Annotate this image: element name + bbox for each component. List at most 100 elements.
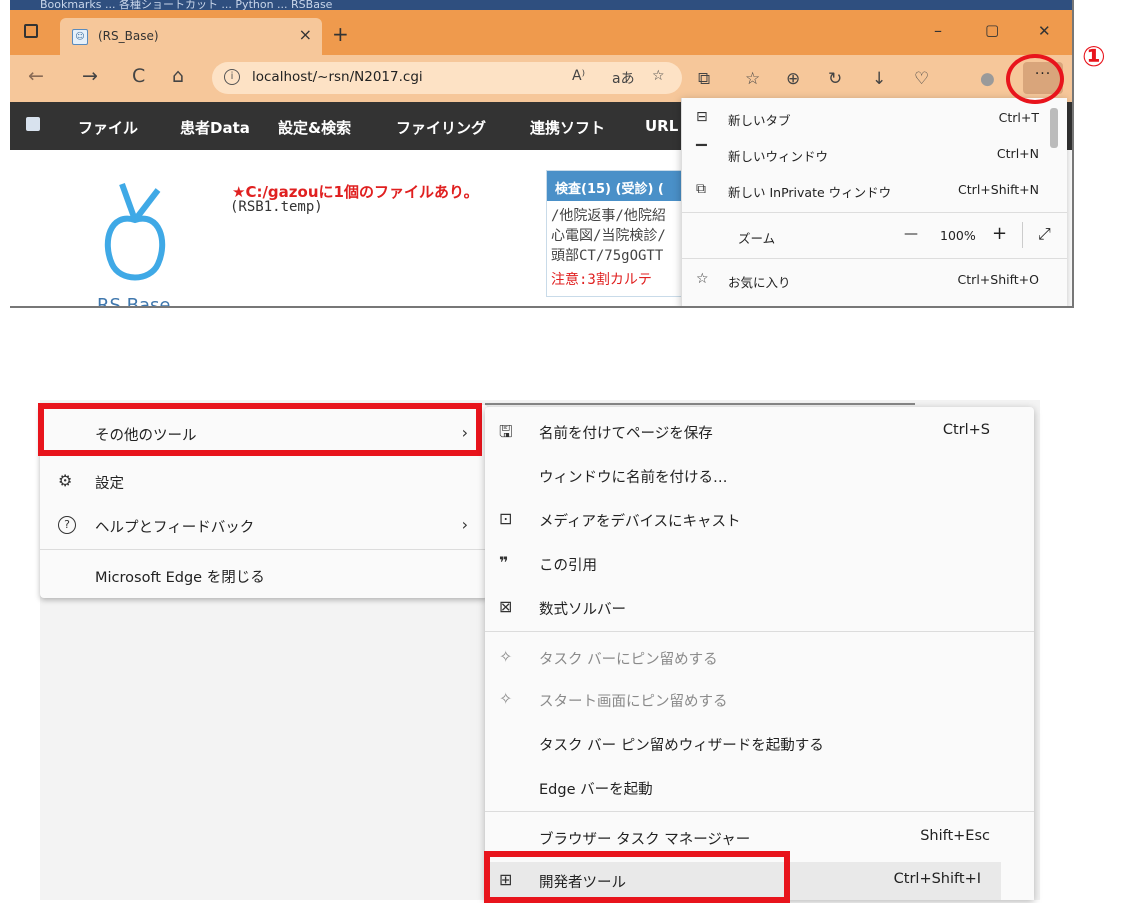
- browser-tab[interactable]: ☺ (RS_Base) ×: [60, 18, 322, 55]
- exam-panel-header[interactable]: 検査(15) (受診) (: [547, 171, 697, 201]
- menu-item-shortcut: Ctrl+N: [996, 146, 1039, 161]
- page-edge-line: [485, 403, 915, 405]
- menu-item-label: タスク バー ピン留めウィザードを起動する: [539, 738, 824, 754]
- rsbase-favicon-icon: ☺: [72, 29, 88, 45]
- menu-patient-data[interactable]: 患者Data: [180, 117, 250, 138]
- exam-line-3: 頭部CT/75gOGTT: [551, 248, 664, 264]
- browser-screenshot-top: Bookmarks ... 各種ショートカット ... Python ... R…: [10, 0, 1074, 308]
- favorites-menu-icon: ☆: [696, 271, 709, 287]
- more-tools-submenu: 🖫 名前を付けてページを保存 Ctrl+S ウィンドウに名前を付ける… ⊡ メデ…: [485, 407, 1034, 900]
- gear-icon: ⚙: [58, 471, 73, 490]
- edge-settings-menu: ⊟ 新しいタブ Ctrl+T ▔ 新しいウィンドウ Ctrl+N ⧉ 新しい I…: [681, 98, 1067, 306]
- menu-filing[interactable]: ファイリング: [396, 117, 486, 138]
- menu-item-shortcut: Ctrl+Shift+O: [957, 272, 1039, 287]
- menu-item-zoom: ズーム — 100% + ⤢: [682, 216, 1067, 258]
- downloads-icon[interactable]: ↓: [872, 69, 886, 89]
- read-aloud-icon[interactable]: A⁾: [572, 68, 585, 84]
- menu-divider: [485, 811, 1034, 812]
- fullscreen-icon[interactable]: ⤢: [1038, 224, 1051, 244]
- zoom-label: ズーム: [738, 231, 776, 246]
- menu-scrollbar[interactable]: [1050, 108, 1058, 148]
- menu-item-shortcut: Shift+Esc: [920, 828, 990, 844]
- tab-title: (RS_Base): [98, 29, 159, 43]
- zoom-in-button[interactable]: +: [992, 223, 1007, 244]
- menu-item-label: 設定: [95, 476, 124, 492]
- menu-item-label: Microsoft Edge を閉じる: [95, 570, 265, 586]
- menu-item-pin-start: ✧ スタート画面にピン留めする: [485, 677, 1034, 721]
- menu-item-name-window[interactable]: ウィンドウに名前を付ける…: [485, 453, 1034, 497]
- menu-item-label: この引用: [539, 558, 597, 574]
- annotation-number: ①: [1082, 40, 1106, 73]
- bookmark-strip: Bookmarks ... 各種ショートカット ... Python ... R…: [10, 0, 1072, 10]
- pin-icon: ✧: [499, 689, 513, 708]
- menu-item-label: ヘルプとフィードバック: [95, 520, 255, 536]
- quote-icon: ❞: [499, 553, 509, 572]
- site-info-icon[interactable]: i: [224, 69, 240, 85]
- menu-item-pin-wizard[interactable]: タスク バー ピン留めウィザードを起動する: [485, 721, 1034, 765]
- zoom-value: 100%: [940, 228, 976, 243]
- menu-item-label: ブラウザー タスク マネージャー: [539, 832, 751, 848]
- menu-url[interactable]: URL: [645, 117, 678, 135]
- new-tab-button[interactable]: +: [332, 22, 349, 46]
- menu-item-label: お気に入り: [728, 275, 791, 290]
- collections-icon[interactable]: ⊕: [786, 69, 800, 89]
- url-text[interactable]: localhost/~rsn/N2017.cgi: [252, 69, 423, 85]
- add-favorite-icon[interactable]: ☆: [652, 68, 665, 84]
- menu-item-label: 数式ソルバー: [539, 602, 626, 618]
- translate-icon[interactable]: aあ: [612, 68, 635, 88]
- menu-item-shortcut: Ctrl+Shift+I: [893, 871, 981, 887]
- menu-file[interactable]: ファイル: [78, 117, 138, 138]
- menu-item-save-page[interactable]: 🖫 名前を付けてページを保存 Ctrl+S: [485, 409, 1034, 453]
- minimize-button[interactable]: –: [934, 21, 942, 40]
- menu-item-math-solver[interactable]: ⊠ 数式ソルバー: [485, 585, 1034, 629]
- menu-divider: [485, 631, 1034, 632]
- refresh-button[interactable]: C: [132, 65, 145, 87]
- exam-line-2: 心電図/当院検診/: [551, 228, 666, 244]
- menu-item-favorites[interactable]: ☆ お気に入り Ctrl+Shift+O: [682, 260, 1067, 302]
- menu-item-label: ウィンドウに名前を付ける…: [539, 470, 728, 486]
- menu-item-settings[interactable]: ⚙ 設定: [40, 459, 488, 503]
- close-window-button[interactable]: ✕: [1038, 22, 1051, 40]
- menu-item-label: スタート画面にピン留めする: [539, 694, 728, 710]
- menu-item-label: タスク バーにピン留めする: [539, 652, 718, 668]
- menu-item-pin-taskbar: ✧ タスク バーにピン留めする: [485, 635, 1034, 679]
- history-icon[interactable]: ↻: [828, 69, 842, 89]
- menu-item-shortcut: Ctrl+Shift+N: [958, 182, 1039, 197]
- tab-close-icon[interactable]: ×: [299, 25, 312, 44]
- pin-icon: ✧: [499, 647, 513, 666]
- back-button[interactable]: ←: [28, 65, 44, 87]
- rsbase-logo-icon: [104, 182, 166, 281]
- new-window-icon: ▔: [696, 145, 707, 161]
- menu-divider: [682, 258, 1067, 259]
- menu-item-cast[interactable]: ⊡ メディアをデバイスにキャスト: [485, 497, 1034, 541]
- menu-linked-software[interactable]: 連携ソフト: [530, 117, 605, 138]
- menu-item-help[interactable]: ? ヘルプとフィードバック ›: [40, 503, 488, 547]
- address-bar[interactable]: i localhost/~rsn/N2017.cgi A⁾ aあ ☆: [212, 62, 682, 94]
- zoom-out-button[interactable]: —: [904, 226, 918, 242]
- annotation-circle: [1006, 54, 1064, 104]
- tab-actions-icon[interactable]: [24, 24, 38, 38]
- maximize-button[interactable]: ▢: [985, 21, 999, 39]
- profile-icon[interactable]: ●: [980, 69, 995, 89]
- menu-item-close-edge[interactable]: Microsoft Edge を閉じる: [40, 553, 488, 597]
- menu-item-label: Edge バーを起動: [539, 782, 653, 798]
- forward-button[interactable]: →: [82, 65, 98, 87]
- menu-settings-search[interactable]: 設定&検索: [278, 117, 351, 138]
- menu-item-shortcut: Ctrl+T: [998, 110, 1039, 125]
- home-button[interactable]: ⌂: [172, 65, 184, 87]
- address-toolbar: ← → C ⌂ i localhost/~rsn/N2017.cgi A⁾ aあ…: [10, 55, 1072, 102]
- menu-item-label: 新しいタブ: [728, 113, 791, 128]
- favorites-icon[interactable]: ☆: [745, 69, 760, 89]
- performance-icon[interactable]: ♡: [914, 69, 929, 89]
- menu-item-citation[interactable]: ❞ この引用: [485, 541, 1034, 585]
- menu-item-inprivate[interactable]: ⧉ 新しい InPrivate ウィンドウ Ctrl+Shift+N: [682, 170, 1067, 212]
- highlight-box-dev-tools: [484, 851, 790, 903]
- bookmark-strip-text: Bookmarks ... 各種ショートカット ... Python ... R…: [40, 0, 333, 10]
- site-home-icon[interactable]: [26, 117, 40, 131]
- menu-item-label: 新しい InPrivate ウィンドウ: [728, 185, 892, 200]
- menu-item-label: 新しいウィンドウ: [728, 149, 829, 164]
- zoom-divider: [1022, 222, 1023, 248]
- cast-icon: ⊡: [499, 509, 513, 528]
- menu-item-edge-bar[interactable]: Edge バーを起動: [485, 765, 1034, 809]
- extensions-icon[interactable]: ⧉: [698, 69, 710, 89]
